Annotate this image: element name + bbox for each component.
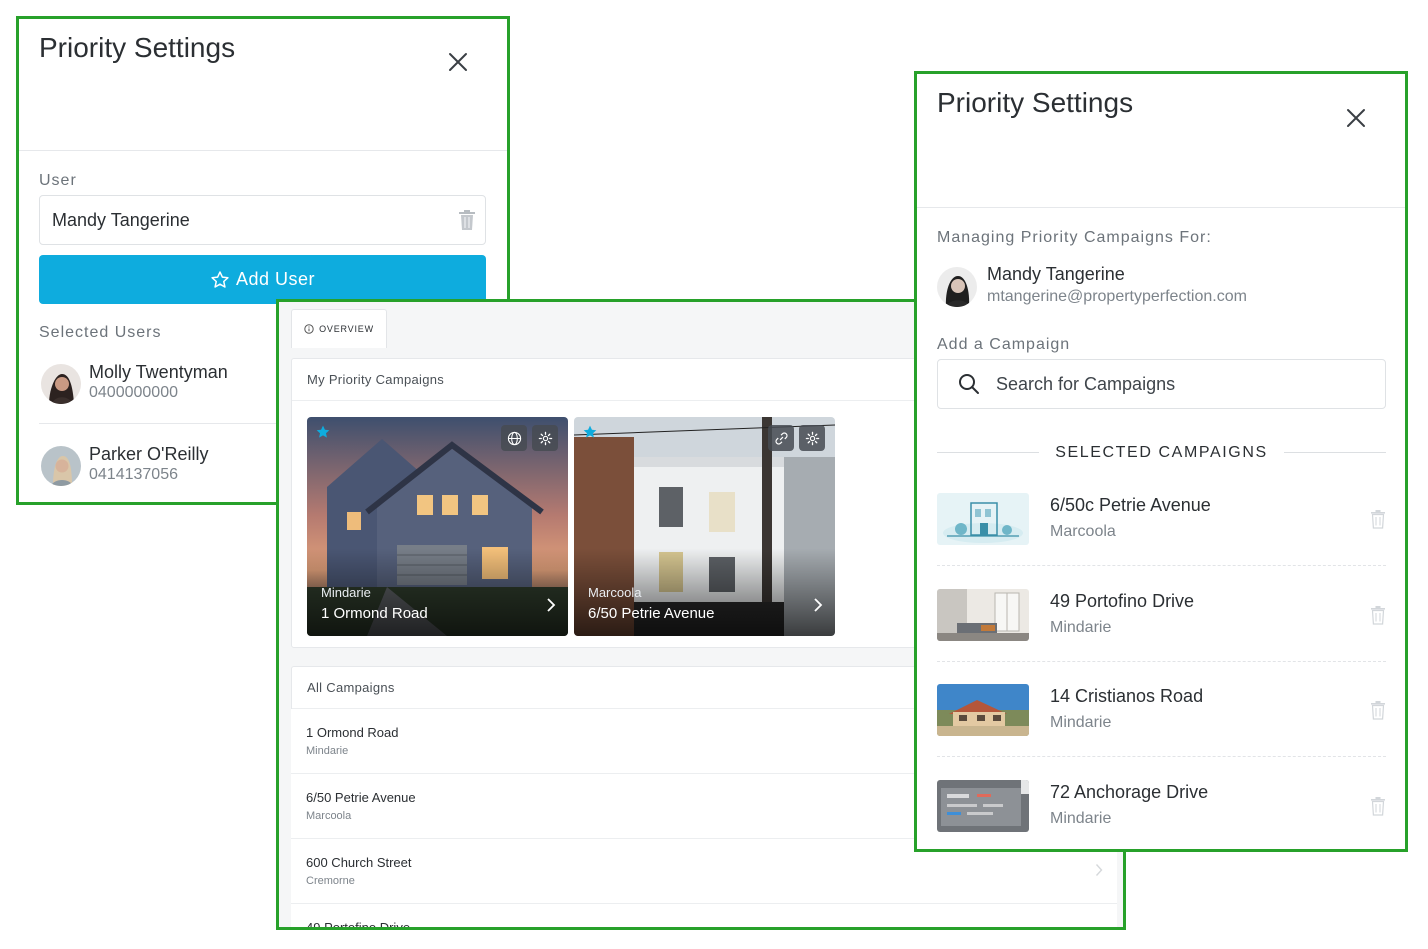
priority-settings-panel-right: Priority Settings Managing Priority Camp… bbox=[914, 71, 1408, 852]
avatar bbox=[937, 267, 977, 307]
campaign-suburb: Mindarie bbox=[1050, 810, 1112, 827]
campaign-search-input[interactable]: Search for Campaigns bbox=[937, 359, 1386, 409]
campaign-thumbnail bbox=[937, 684, 1029, 736]
selected-campaigns-label: SELECTED CAMPAIGNS bbox=[1055, 444, 1268, 461]
campaign-suburb: Mindarie bbox=[1050, 714, 1112, 731]
gear-icon[interactable] bbox=[799, 425, 825, 451]
item-divider bbox=[937, 661, 1386, 662]
item-divider bbox=[937, 756, 1386, 757]
tile-street: 1 Ormond Road bbox=[321, 605, 428, 622]
globe-icon[interactable] bbox=[501, 425, 527, 451]
list-divider bbox=[39, 423, 299, 424]
owner-name: Mandy Tangerine bbox=[987, 264, 1125, 284]
user-label: User bbox=[39, 172, 77, 189]
heading-rule bbox=[1284, 452, 1386, 453]
panel-title: Priority Settings bbox=[937, 87, 1134, 118]
selected-campaign-item[interactable]: 6/50c Petrie Avenue Marcoola bbox=[937, 493, 1386, 589]
user-phone: 0414137056 bbox=[89, 466, 178, 483]
trash-icon[interactable] bbox=[458, 209, 476, 231]
info-icon bbox=[304, 324, 314, 334]
priority-campaign-tile[interactable]: Marcoola 6/50 Petrie Avenue bbox=[574, 417, 835, 636]
row-suburb: Marcoola bbox=[306, 810, 352, 822]
row-street: 49 Portofino Drive bbox=[306, 920, 411, 930]
link-icon[interactable] bbox=[768, 425, 794, 451]
header-divider bbox=[19, 150, 507, 151]
trash-icon[interactable] bbox=[1370, 605, 1386, 625]
user-phone: 0400000000 bbox=[89, 384, 178, 401]
campaign-street: 72 Anchorage Drive bbox=[1050, 782, 1209, 802]
chevron-right-icon bbox=[547, 598, 556, 612]
tile-suburb: Marcoola bbox=[588, 585, 642, 600]
user-name: Parker O'Reilly bbox=[89, 444, 209, 464]
campaign-row[interactable]: 49 Portofino Drive bbox=[291, 904, 1117, 930]
user-field-value: Mandy Tangerine bbox=[52, 210, 190, 230]
add-user-label: Add User bbox=[235, 269, 316, 289]
star-icon[interactable] bbox=[315, 424, 331, 440]
row-street: 1 Ormond Road bbox=[306, 725, 399, 740]
priority-campaign-tile[interactable]: Mindarie 1 Ormond Road bbox=[307, 417, 568, 636]
panel-title: Priority Settings bbox=[39, 32, 236, 63]
tab-label: OVERVIEW bbox=[319, 324, 374, 334]
trash-icon[interactable] bbox=[1370, 509, 1386, 529]
chevron-right-icon bbox=[1095, 864, 1103, 876]
campaign-street: 49 Portofino Drive bbox=[1050, 591, 1195, 611]
campaign-suburb: Marcoola bbox=[1050, 523, 1116, 540]
avatar bbox=[41, 446, 81, 486]
row-street: 600 Church Street bbox=[306, 855, 412, 870]
item-divider bbox=[937, 565, 1386, 566]
tile-street: 6/50 Petrie Avenue bbox=[588, 605, 715, 622]
user-field[interactable]: Mandy Tangerine bbox=[39, 195, 486, 245]
header-divider bbox=[917, 207, 1405, 208]
campaign-street: 6/50c Petrie Avenue bbox=[1050, 495, 1211, 515]
add-user-button[interactable]: Add User bbox=[39, 255, 486, 304]
add-campaign-label: Add a Campaign bbox=[937, 336, 1071, 353]
selected-users-label: Selected Users bbox=[39, 324, 162, 341]
tab-overview[interactable]: OVERVIEW bbox=[291, 309, 387, 348]
campaign-thumbnail bbox=[937, 589, 1029, 641]
owner-email: mtangerine@propertyperfection.com bbox=[987, 288, 1247, 305]
selected-campaigns-heading: SELECTED CAMPAIGNS bbox=[937, 442, 1386, 462]
trash-icon[interactable] bbox=[1370, 796, 1386, 816]
campaign-suburb: Mindarie bbox=[1050, 619, 1112, 636]
row-suburb: Mindarie bbox=[306, 745, 349, 757]
selected-campaign-item[interactable]: 72 Anchorage Drive Mindarie bbox=[937, 780, 1386, 849]
tile-suburb: Mindarie bbox=[321, 585, 371, 600]
star-icon[interactable] bbox=[582, 424, 598, 440]
row-suburb: Cremorne bbox=[306, 875, 355, 887]
search-placeholder: Search for Campaigns bbox=[996, 374, 1176, 394]
star-outline-icon bbox=[211, 270, 229, 288]
house-photo bbox=[574, 417, 835, 636]
gear-icon[interactable] bbox=[532, 425, 558, 451]
managing-label: Managing Priority Campaigns For: bbox=[937, 229, 1212, 246]
user-name: Molly Twentyman bbox=[89, 362, 228, 382]
trash-icon[interactable] bbox=[1370, 700, 1386, 720]
row-street: 6/50 Petrie Avenue bbox=[306, 790, 416, 805]
campaign-street: 14 Cristianos Road bbox=[1050, 686, 1204, 706]
avatar bbox=[41, 364, 81, 404]
close-icon[interactable] bbox=[445, 49, 471, 75]
chevron-right-icon bbox=[814, 598, 823, 612]
selected-campaign-item[interactable]: 14 Cristianos Road Mindarie bbox=[937, 684, 1386, 780]
house-photo bbox=[307, 417, 568, 636]
campaign-thumbnail bbox=[937, 493, 1029, 545]
close-icon[interactable] bbox=[1343, 105, 1369, 131]
selected-campaign-item[interactable]: 49 Portofino Drive Mindarie bbox=[937, 589, 1386, 685]
search-icon bbox=[959, 374, 979, 394]
campaign-thumbnail bbox=[937, 780, 1029, 832]
